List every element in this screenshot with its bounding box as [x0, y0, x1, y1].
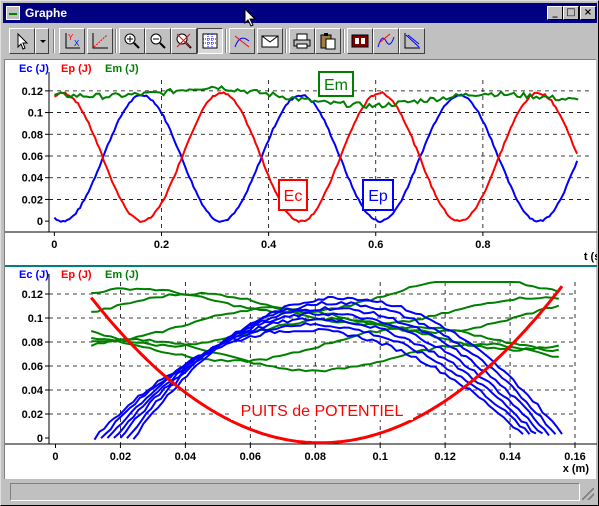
envelope-icon — [261, 35, 279, 48]
x-tick-label: 0.08 — [305, 451, 326, 463]
zoom-out-tool-button[interactable] — [145, 28, 171, 54]
grid-tool-button[interactable] — [197, 28, 223, 54]
y-tick-label: 0.12 — [22, 86, 43, 98]
tangent-icon — [377, 33, 395, 48]
tangent-tool-button[interactable] — [373, 28, 399, 54]
pointer-dropdown-button[interactable] — [35, 28, 49, 54]
y-tick-label: 0 — [37, 216, 43, 228]
y-tick-label: 0.02 — [22, 194, 43, 206]
slope-tool-button[interactable] — [399, 28, 425, 54]
y-tick-label: 0.08 — [22, 337, 43, 349]
x-tick-label: 0.6 — [368, 239, 383, 251]
x-tick-label: 0.12 — [434, 451, 455, 463]
legend-entry: Ec (J) — [19, 63, 49, 75]
y-tick-label: 0 — [37, 433, 43, 445]
x-tick-label: 0.04 — [175, 451, 197, 463]
plot-area: Ec (J) Ep (J) Em (J) 0 0.2 0.4 0.6 0.8 0 0.02 0.04… — [4, 59, 599, 480]
mouse-cursor-icon — [244, 8, 257, 27]
zoom-cancel-icon — [176, 33, 192, 49]
legend-entry: Em (J) — [105, 269, 139, 281]
potential-well-label: PUITS de POTENTIEL — [241, 403, 404, 420]
em-series-line — [54, 85, 579, 110]
y-tick-label: 0.12 — [22, 289, 43, 301]
graph-canvas[interactable]: Ec (J) Ep (J) Em (J) 0 0.2 0.4 0.6 0.8 0 0.02 0.04… — [5, 60, 599, 480]
x-axis-label: x (m) — [563, 463, 590, 475]
maximize-button[interactable]: □ — [563, 6, 579, 20]
em-band-line — [90, 316, 560, 352]
svg-text:X: X — [74, 39, 80, 48]
zoom-out-icon — [150, 33, 166, 49]
y-tick-label: 0.1 — [28, 313, 43, 325]
ep-annotation: Ep — [368, 188, 388, 205]
x-axis-label: t (s) — [584, 251, 597, 263]
grid-icon — [202, 33, 218, 49]
regression-tool-button[interactable] — [87, 28, 113, 54]
film-icon — [351, 34, 369, 48]
legend-entry: Ep (J) — [61, 63, 92, 75]
printer-icon — [293, 33, 311, 49]
regression-line-icon — [92, 33, 108, 49]
axes-tool-button[interactable]: YX — [59, 28, 85, 54]
x-tick-label: 0.14 — [499, 451, 521, 463]
app-icon — [6, 6, 20, 20]
legend-entry: Em (J) — [105, 63, 139, 75]
title-bar[interactable]: Graphe _ □ × — [3, 3, 597, 23]
em-band-line — [91, 304, 560, 343]
y-tick-label: 0.04 — [22, 385, 44, 397]
film-tool-button[interactable] — [347, 28, 373, 54]
x-tick-label: 0.06 — [240, 451, 261, 463]
curve-fit-icon — [234, 35, 250, 48]
legend-entry: Ep (J) — [61, 269, 92, 281]
y-tick-label: 0.02 — [22, 409, 43, 421]
status-bar — [4, 482, 596, 502]
clipboard-icon — [320, 33, 336, 50]
x-tick-label: 0 — [51, 239, 57, 251]
model-tool-button[interactable] — [229, 28, 255, 54]
x-tick-label: 0.8 — [475, 239, 490, 251]
toolbar-separator — [343, 29, 345, 53]
toolbar-separator — [285, 29, 287, 53]
toolbar-separator — [225, 29, 227, 53]
status-field — [10, 483, 580, 501]
zoom-in-icon — [124, 33, 140, 49]
x-tick-label: 0 — [52, 451, 58, 463]
y-tick-label: 0.06 — [22, 361, 43, 373]
envelope-tool-button[interactable] — [257, 28, 283, 54]
slope-icon — [404, 33, 420, 49]
em-annotation: Em — [324, 77, 348, 94]
chevron-down-icon — [40, 40, 46, 43]
copy-tool-button[interactable] — [315, 28, 341, 54]
y-tick-label: 0.1 — [28, 108, 43, 120]
toolbar-separator — [115, 29, 117, 53]
pointer-tool-button[interactable] — [9, 28, 35, 54]
toolbar: YX — [3, 25, 597, 57]
axes-xy-icon: YX — [65, 33, 80, 49]
x-tick-label: 0.02 — [110, 451, 131, 463]
window-title: Graphe — [25, 6, 68, 20]
x-tick-label: 0.16 — [564, 451, 585, 463]
x-tick-label: 0.4 — [261, 239, 277, 251]
y-tick-label: 0.06 — [22, 151, 43, 163]
legend-entry: Ec (J) — [19, 269, 49, 281]
y-tick-label: 0.04 — [22, 173, 44, 185]
y-tick-label: 0.08 — [22, 129, 43, 141]
ec-annotation: Ec — [284, 188, 303, 205]
resize-grip[interactable] — [582, 488, 594, 500]
ec-arc-line — [106, 317, 537, 439]
print-tool-button[interactable] — [289, 28, 315, 54]
minimize-button[interactable]: _ — [547, 6, 563, 20]
zoom-reset-tool-button[interactable] — [171, 28, 197, 54]
graph-window: Graphe _ □ × YX Ec (J) Ep (J) Em (J) 0 0… — [0, 0, 599, 506]
x-tick-label: 0.2 — [154, 239, 169, 251]
toolbar-separator — [53, 29, 55, 53]
close-button[interactable]: × — [580, 6, 596, 20]
arrow-pointer-icon — [17, 32, 29, 50]
zoom-in-tool-button[interactable] — [119, 28, 145, 54]
ep-series-line — [54, 91, 579, 224]
x-tick-label: 0.1 — [373, 451, 388, 463]
